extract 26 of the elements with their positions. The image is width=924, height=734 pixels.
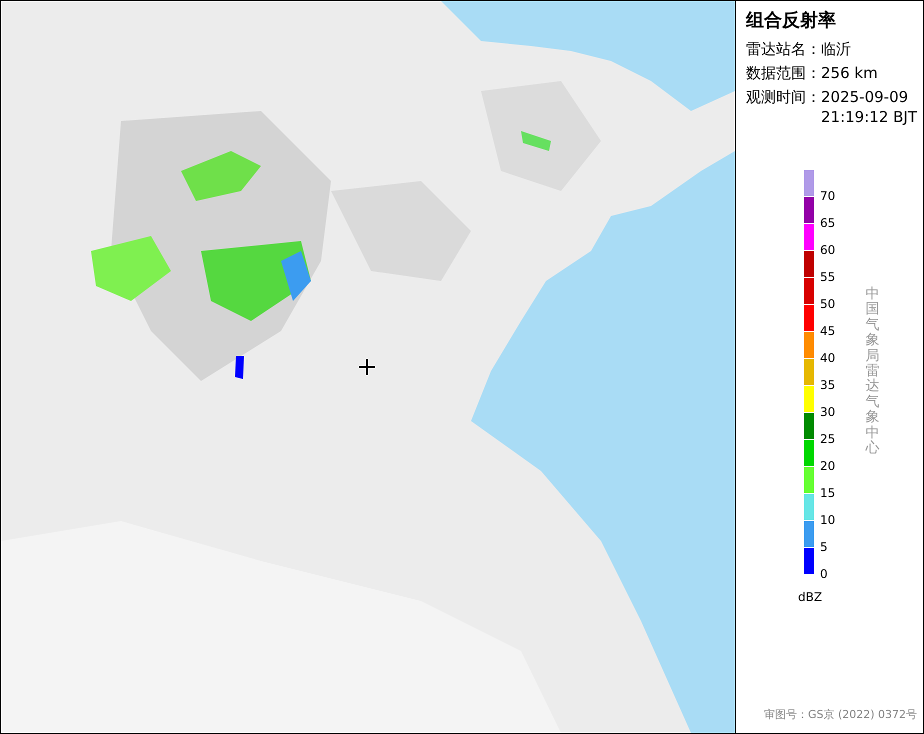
- review-number: 审图号：GS京 (2022) 0372号: [764, 706, 918, 722]
- scale-label: 60: [820, 244, 836, 256]
- info-label: 数据范围：: [746, 63, 821, 83]
- info-value: 2025-09-09: [821, 87, 910, 107]
- scale-label: 30: [820, 406, 836, 418]
- chart-title: 组合反射率: [746, 9, 837, 33]
- scale-label: 0: [820, 568, 828, 580]
- scale-label: 55: [820, 271, 836, 283]
- info-label: 观测时间：: [746, 87, 821, 108]
- info-value: 21:19:12 BJT: [821, 107, 918, 127]
- scale-label: 20: [820, 460, 836, 472]
- scale-label: 65: [820, 217, 836, 229]
- scale-label: 70: [820, 190, 836, 202]
- scale-label: 15: [820, 487, 836, 499]
- unit-label: dBZ: [798, 589, 824, 606]
- info-value: 临沂: [821, 39, 851, 59]
- scale-label: 45: [820, 325, 836, 337]
- scale-label: 5: [820, 541, 828, 553]
- scale-label: 50: [820, 298, 836, 310]
- info-value: 256 km: [821, 63, 878, 83]
- scale-label: 25: [820, 433, 836, 445]
- scale-label: 10: [820, 514, 836, 526]
- scale-label: 40: [820, 352, 836, 364]
- credit-text: 中国气象局雷达气象中心: [865, 287, 880, 456]
- info-label: 雷达站名：: [746, 39, 821, 59]
- scale-label: 35: [820, 379, 836, 391]
